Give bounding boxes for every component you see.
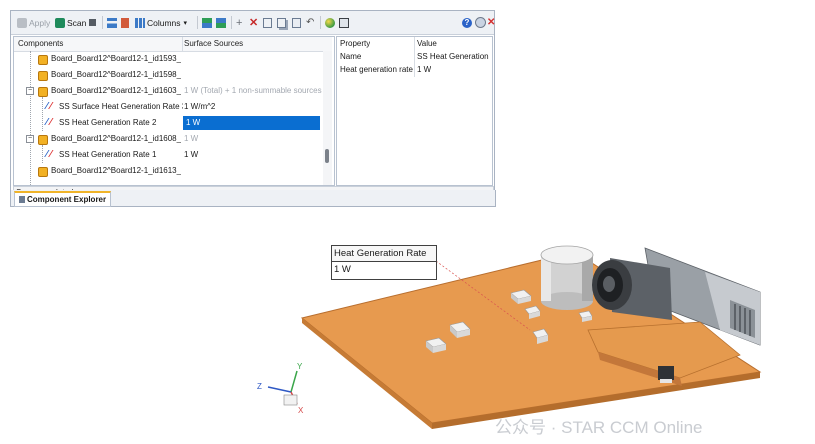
y-axis-line [290, 370, 298, 393]
callout-title: Heat Generation Rate [332, 246, 436, 262]
z-axis-label: Z [257, 382, 262, 391]
heat-rate-callout: Heat Generation Rate 1 W [331, 245, 437, 280]
capacitor-cylinder [540, 245, 594, 310]
watermark: 公众号 · STAR CCM Online [495, 418, 703, 437]
z-axis-line [267, 386, 292, 393]
scene-viewport[interactable]: Y Z X [0, 0, 815, 444]
y-axis-label: Y [297, 362, 303, 371]
x-axis-label: X [298, 406, 304, 415]
triad-cube [283, 394, 298, 406]
axis-triad: Y Z X [257, 362, 304, 415]
callout-value: 1 W [334, 264, 351, 275]
